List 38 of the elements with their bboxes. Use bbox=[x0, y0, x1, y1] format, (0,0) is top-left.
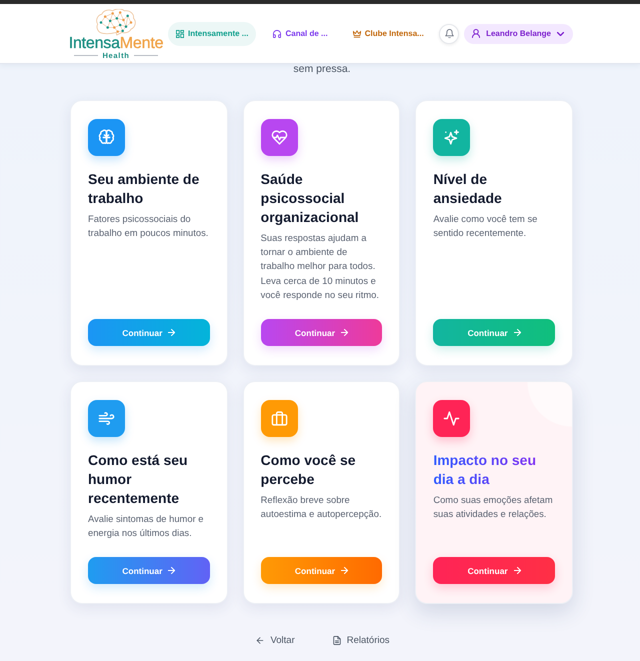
intro-text: sem pressa. bbox=[293, 62, 351, 76]
continue-button[interactable]: Continuar bbox=[433, 319, 555, 346]
card-description: Avalie sintomas de humor e energia nos últimos dias. bbox=[88, 512, 205, 540]
card-description: Suas respostas ajudam a tornar o ambiente de trabalho melhor para todos. Leva cerca de 10 minutos e você responde no seu ritmo. bbox=[260, 231, 380, 302]
continue-button[interactable]: Continuar bbox=[88, 557, 210, 584]
continue-button[interactable]: Continuar bbox=[260, 319, 382, 346]
bell-icon bbox=[444, 29, 454, 38]
card-title: Nível de ansiedade bbox=[433, 170, 503, 208]
nav-tab[interactable]: Intensamente ... bbox=[168, 22, 256, 46]
logo-wordmark: IntensaMente bbox=[68, 36, 164, 50]
card-description: Como suas emoções afetam suas atividades e relações. bbox=[433, 493, 554, 522]
brain-network-icon bbox=[96, 8, 136, 36]
arrow-left-icon bbox=[256, 636, 264, 646]
user-icon bbox=[472, 29, 480, 38]
arrow-right-icon bbox=[168, 329, 176, 336]
arrow-right-icon bbox=[168, 567, 176, 574]
card-title: Como está seu humor recentemente bbox=[88, 451, 189, 508]
back-link[interactable]: Voltar bbox=[256, 635, 295, 646]
notifications-button[interactable] bbox=[439, 24, 460, 44]
user-menu-button[interactable]: Leandro Belange bbox=[464, 24, 573, 44]
continue-button[interactable]: Continuar bbox=[433, 557, 555, 584]
reports-link[interactable]: Relatórios bbox=[332, 635, 390, 646]
card-title: Saúde psicossocial organizacional bbox=[260, 170, 360, 227]
chevron-down-icon bbox=[557, 32, 564, 36]
continue-button[interactable]: Continuar bbox=[88, 319, 210, 346]
nav-tab[interactable]: Clube Intensa... bbox=[344, 22, 432, 46]
arrow-right-icon bbox=[341, 567, 348, 574]
nav-tab[interactable]: Canal de ... bbox=[265, 22, 336, 46]
card-title: Como você se percebe bbox=[260, 451, 357, 490]
card-description: Avalie como você tem se sentido recentemente. bbox=[433, 212, 538, 240]
continue-button[interactable]: Continuar bbox=[260, 557, 382, 584]
card-description: Reflexão breve sobre autoestima e autopercepção. bbox=[260, 493, 382, 522]
card-title: Seu ambiente de trabalho bbox=[88, 170, 200, 208]
card-description: Fatores psicossociais do trabalho em poucos minutos. bbox=[88, 212, 210, 240]
document-icon bbox=[332, 636, 341, 646]
arrow-right-icon bbox=[341, 329, 348, 336]
arrow-right-icon bbox=[514, 567, 521, 574]
arrow-right-icon bbox=[514, 329, 521, 336]
